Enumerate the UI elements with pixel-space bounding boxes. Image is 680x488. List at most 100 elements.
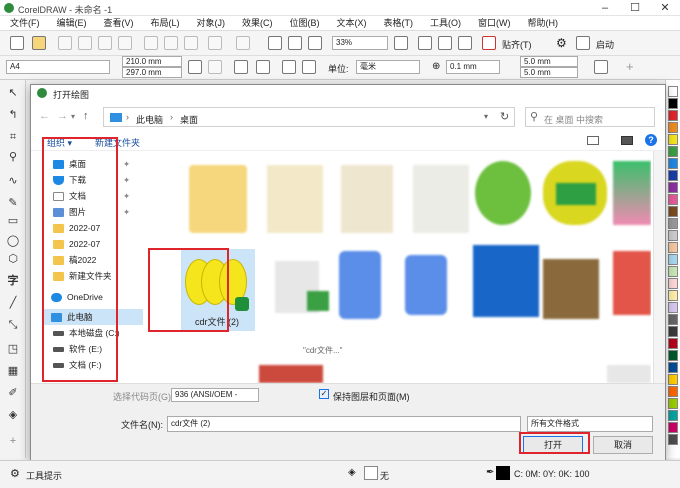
keep-layers-checkbox[interactable]: ✓ <box>319 389 329 399</box>
polygon-tool-icon[interactable]: ⬡ <box>6 252 20 266</box>
palette-swatch[interactable] <box>668 326 678 337</box>
minimize-button[interactable]: – <box>590 0 620 16</box>
file-list-scrollbar[interactable] <box>653 151 665 383</box>
rulers-icon[interactable] <box>438 36 452 50</box>
page-height-field[interactable]: 297.0 mm <box>122 67 182 78</box>
file-thumbnail[interactable] <box>473 245 539 317</box>
codepage-select[interactable]: 936 (ANSI/OEM - <box>171 388 259 402</box>
palette-swatch[interactable] <box>668 206 678 217</box>
palette-swatch[interactable] <box>668 374 678 385</box>
palette-swatch[interactable] <box>668 338 678 349</box>
page-width-field[interactable]: 210.0 mm <box>122 56 182 67</box>
file-thumbnail[interactable] <box>341 165 393 233</box>
file-thumbnail[interactable] <box>543 259 599 319</box>
breadcrumb-desktop[interactable]: 桌面 <box>180 113 198 126</box>
launch-icon[interactable] <box>576 36 590 50</box>
import-icon[interactable] <box>268 36 282 50</box>
interactive-fill-icon[interactable]: ◈ <box>6 408 20 422</box>
refresh-icon[interactable]: ↻ <box>500 110 509 123</box>
menu-effects[interactable]: 效果(C) <box>242 16 273 30</box>
address-bar[interactable]: › 此电脑 › 桌面 ▾ ↻ <box>103 107 515 127</box>
eyedropper-icon[interactable]: ✐ <box>6 386 20 400</box>
menu-help[interactable]: 帮助(H) <box>528 16 559 30</box>
nav-item-folder-2022-07[interactable]: 2022-07 <box>53 220 100 236</box>
menu-view[interactable]: 查看(V) <box>104 16 134 30</box>
file-thumbnail[interactable] <box>613 161 651 225</box>
connector-tool-icon[interactable]: ⤡ <box>6 318 20 332</box>
palette-swatch[interactable] <box>668 194 678 205</box>
file-type-select[interactable]: 所有文件格式 <box>527 416 653 432</box>
file-thumbnail[interactable] <box>607 365 651 383</box>
zoom-level-field[interactable]: 33% <box>332 36 388 50</box>
nav-item-desktop[interactable]: 桌面 ✦ <box>53 156 130 172</box>
nav-item-documents[interactable]: 文档 ✦ <box>53 188 130 204</box>
export-icon[interactable] <box>288 36 302 50</box>
preview-pane-icon[interactable] <box>621 136 633 145</box>
palette-swatch[interactable] <box>668 242 678 253</box>
menu-text[interactable]: 文本(X) <box>337 16 367 30</box>
current-page-icon[interactable] <box>234 60 248 74</box>
treat-as-filled-icon[interactable] <box>594 60 608 74</box>
all-pages-icon[interactable] <box>208 60 222 74</box>
cut-icon[interactable] <box>144 36 158 50</box>
palette-swatch[interactable] <box>668 86 678 97</box>
redo-icon[interactable] <box>236 36 250 50</box>
palette-swatch[interactable] <box>668 278 678 289</box>
maximize-button[interactable]: ☐ <box>620 0 650 16</box>
zoom-fit-icon[interactable] <box>394 36 408 50</box>
facing-pages-icon[interactable] <box>302 60 316 74</box>
up-arrow-icon[interactable]: ↑ <box>83 110 89 122</box>
artistic-media-icon[interactable]: ✎ <box>6 196 20 210</box>
ellipse-tool-icon[interactable]: ◯ <box>6 234 20 248</box>
menu-file[interactable]: 文件(F) <box>10 16 40 30</box>
page-layout-icon[interactable] <box>282 60 296 74</box>
file-thumbnail[interactable] <box>189 165 247 233</box>
menu-layout[interactable]: 布局(L) <box>151 16 180 30</box>
page-size-select[interactable]: A4 <box>6 60 110 74</box>
nav-item-onedrive[interactable]: OneDrive <box>51 289 103 305</box>
back-arrow-icon[interactable]: ← <box>39 110 50 122</box>
nudge-distance-field[interactable]: 0.1 mm <box>446 60 500 74</box>
snap-to-dropdown[interactable]: 贴齐(T) <box>502 38 532 51</box>
palette-swatch[interactable] <box>668 146 678 157</box>
selected-file-tile[interactable]: cdr文件 (2) <box>181 249 255 331</box>
palette-swatch[interactable] <box>668 110 678 121</box>
nav-item-folder-2022-07[interactable]: 2022-07 <box>53 236 100 252</box>
shape-tool-icon[interactable]: ↰ <box>6 108 20 122</box>
publish-pdf-icon[interactable] <box>308 36 322 50</box>
file-thumbnail[interactable] <box>613 251 651 315</box>
palette-swatch[interactable] <box>668 218 678 229</box>
parallel-dimension-icon[interactable]: ╱ <box>6 296 20 310</box>
nav-item-this-pc[interactable]: 此电脑 <box>43 309 143 325</box>
file-thumbnail[interactable] <box>259 365 323 383</box>
cloud-download-icon[interactable] <box>98 36 112 50</box>
settings-gear-icon[interactable]: ⚙ <box>556 36 567 50</box>
palette-swatch[interactable] <box>668 314 678 325</box>
nav-item-drive-c[interactable]: 本地磁盘 (C:) <box>53 325 120 341</box>
nav-item-downloads[interactable]: 下载 ✦ <box>53 172 130 188</box>
add-icon[interactable]: + <box>626 59 634 74</box>
palette-swatch[interactable] <box>668 134 678 145</box>
save-icon[interactable] <box>58 36 72 50</box>
close-button[interactable]: ✕ <box>650 0 680 16</box>
cancel-button[interactable]: 取消 <box>593 436 653 454</box>
palette-swatch[interactable] <box>668 230 678 241</box>
new-folder-button[interactable]: 新建文件夹 <box>95 136 140 149</box>
duplicate-y-field[interactable]: 5.0 mm <box>520 67 578 78</box>
palette-swatch[interactable] <box>668 410 678 421</box>
palette-swatch[interactable] <box>668 170 678 181</box>
palette-swatch[interactable] <box>668 350 678 361</box>
palette-swatch[interactable] <box>668 398 678 409</box>
new-file-icon[interactable] <box>10 36 24 50</box>
palette-swatch[interactable] <box>668 386 678 397</box>
palette-swatch[interactable] <box>668 362 678 373</box>
organize-button[interactable]: 组织 ▾ <box>47 136 72 149</box>
help-icon[interactable]: ? <box>645 134 657 146</box>
menu-bitmaps[interactable]: 位图(B) <box>290 16 320 30</box>
nav-item-drive-f[interactable]: 文档 (F:) <box>53 357 102 373</box>
nav-item-drive-e[interactable]: 软件 (E:) <box>53 341 102 357</box>
menu-tools[interactable]: 工具(O) <box>430 16 461 30</box>
palette-swatch[interactable] <box>668 434 678 445</box>
snap-icon[interactable] <box>482 36 496 50</box>
forward-arrow-icon[interactable]: → <box>57 110 68 122</box>
